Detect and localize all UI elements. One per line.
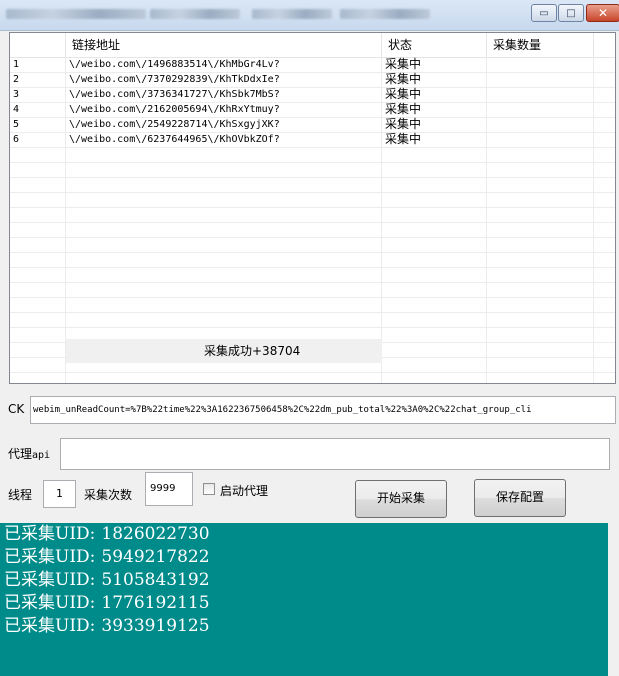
console-uid: 5105843192 <box>101 570 210 590</box>
row-status: 采集中 <box>385 57 422 71</box>
row-count <box>487 87 594 102</box>
row-count <box>487 132 594 147</box>
ck-label: CK <box>8 402 25 416</box>
proxy-label-cn: 代理 <box>8 447 33 461</box>
row-status: 采集中 <box>385 102 422 116</box>
column-header-url[interactable]: 链接地址 <box>66 33 382 57</box>
console-prefix: 已采集UID: <box>4 593 96 613</box>
collect-summary: 采集成功+38704 <box>66 339 382 363</box>
row-index: 4 <box>13 104 20 115</box>
grid-line <box>10 162 615 163</box>
row-url: \/weibo.com\/7370292839\/KhTkDdxIe? <box>69 74 280 85</box>
grid-line <box>10 177 615 178</box>
row-index: 1 <box>13 59 20 70</box>
console-prefix: 已采集UID: <box>4 547 96 567</box>
row-count <box>487 57 594 72</box>
maximize-icon: □ <box>566 7 576 19</box>
list-rows: 1 \/weibo.com\/1496883514\/KhMbGr4Lv? 采集… <box>10 57 615 147</box>
table-row[interactable]: 1 \/weibo.com\/1496883514\/KhMbGr4Lv? 采集… <box>10 57 615 72</box>
row-index: 3 <box>13 89 20 100</box>
grid-line <box>10 327 615 328</box>
column-header-status[interactable]: 状态 <box>382 33 487 57</box>
minimize-button[interactable]: ▭ <box>531 4 557 22</box>
console-line: 已采集UID: 1826022730 <box>4 523 608 546</box>
console-uid: 5949217822 <box>101 547 210 567</box>
row-status: 采集中 <box>385 87 422 101</box>
grid-line <box>10 192 615 193</box>
table-row[interactable]: 4 \/weibo.com\/2162005694\/KhRxYtmuy? 采集… <box>10 102 615 117</box>
row-status: 采集中 <box>385 117 422 131</box>
table-row[interactable]: 2 \/weibo.com\/7370292839\/KhTkDdxIe? 采集… <box>10 72 615 87</box>
link-list-view[interactable]: 链接地址 状态 采集数量 1 \/weibo.com\/1496883514\/… <box>9 32 616 384</box>
grid-line <box>10 312 615 313</box>
column-header-count[interactable]: 采集数量 <box>487 33 594 57</box>
row-index: 5 <box>13 119 20 130</box>
console-prefix: 已采集UID: <box>4 570 96 590</box>
thread-input[interactable]: 1 <box>43 480 76 508</box>
grid-line <box>10 267 615 268</box>
grid-line <box>10 282 615 283</box>
thread-label: 线程 <box>8 488 33 502</box>
row-url: \/weibo.com\/1496883514\/KhMbGr4Lv? <box>69 59 280 70</box>
blurred-title <box>252 9 332 19</box>
output-console[interactable]: 已采集UID: 1826022730 已采集UID: 5949217822 已采集U… <box>0 523 608 676</box>
row-url: \/weibo.com\/3736341727\/KhSbk7MbS? <box>69 89 280 100</box>
console-uid: 1776192115 <box>101 593 210 613</box>
grid-line <box>10 207 615 208</box>
minimize-icon: ▭ <box>539 7 549 19</box>
close-button[interactable]: ✕ <box>586 4 619 22</box>
blurred-title <box>150 9 240 19</box>
start-collect-button[interactable]: 开始采集 <box>355 480 447 518</box>
save-config-button[interactable]: 保存配置 <box>474 479 566 517</box>
grid-line <box>10 147 615 148</box>
proxy-label-en: api <box>32 450 51 461</box>
row-status: 采集中 <box>385 72 422 86</box>
row-count <box>487 72 594 87</box>
console-line: 已采集UID: 1776192115 <box>4 592 608 615</box>
console-line: 已采集UID: 3933919125 <box>4 615 608 638</box>
row-index: 6 <box>13 134 20 145</box>
row-url: \/weibo.com\/6237644965\/KhOVbkZOf? <box>69 134 280 145</box>
grid-line <box>10 222 615 223</box>
proxy-api-input[interactable] <box>60 438 610 470</box>
grid-line <box>10 297 615 298</box>
collect-count-input[interactable]: 9999 <box>145 472 193 506</box>
row-url: \/weibo.com\/2549228714\/KhSxgyjXK? <box>69 119 280 130</box>
ck-input[interactable]: webim_unReadCount=%7B%22time%22%3A162236… <box>30 396 616 424</box>
grid-line <box>10 372 615 373</box>
row-count <box>487 102 594 117</box>
console-line: 已采集UID: 5105843192 <box>4 569 608 592</box>
console-prefix: 已采集UID: <box>4 616 96 636</box>
blurred-title <box>6 9 146 19</box>
grid-line <box>10 252 615 253</box>
enable-proxy-label: 启动代理 <box>220 484 269 498</box>
row-count <box>487 117 594 132</box>
blurred-title <box>340 9 430 19</box>
console-prefix: 已采集UID: <box>4 524 96 544</box>
collect-count-label: 采集次数 <box>84 488 133 502</box>
row-index: 2 <box>13 74 20 85</box>
proxy-api-label: 代理api <box>8 445 50 462</box>
grid-line <box>10 237 615 238</box>
row-url: \/weibo.com\/2162005694\/KhRxYtmuy? <box>69 104 280 115</box>
console-line: 已采集UID: 5949217822 <box>4 546 608 569</box>
table-row[interactable]: 3 \/weibo.com\/3736341727\/KhSbk7MbS? 采集… <box>10 87 615 102</box>
table-row[interactable]: 6 \/weibo.com\/6237644965\/KhOVbkZOf? 采集… <box>10 132 615 147</box>
column-header-index[interactable] <box>10 33 66 57</box>
maximize-button[interactable]: □ <box>558 4 584 22</box>
close-icon: ✕ <box>597 6 609 20</box>
table-row[interactable]: 5 \/weibo.com\/2549228714\/KhSxgyjXK? 采集… <box>10 117 615 132</box>
console-uid: 1826022730 <box>101 524 210 544</box>
row-status: 采集中 <box>385 132 422 146</box>
console-uid: 3933919125 <box>101 616 210 636</box>
enable-proxy-checkbox[interactable] <box>203 483 215 495</box>
list-header: 链接地址 状态 采集数量 <box>10 33 615 58</box>
title-bar[interactable]: ▭ □ ✕ <box>0 0 619 31</box>
